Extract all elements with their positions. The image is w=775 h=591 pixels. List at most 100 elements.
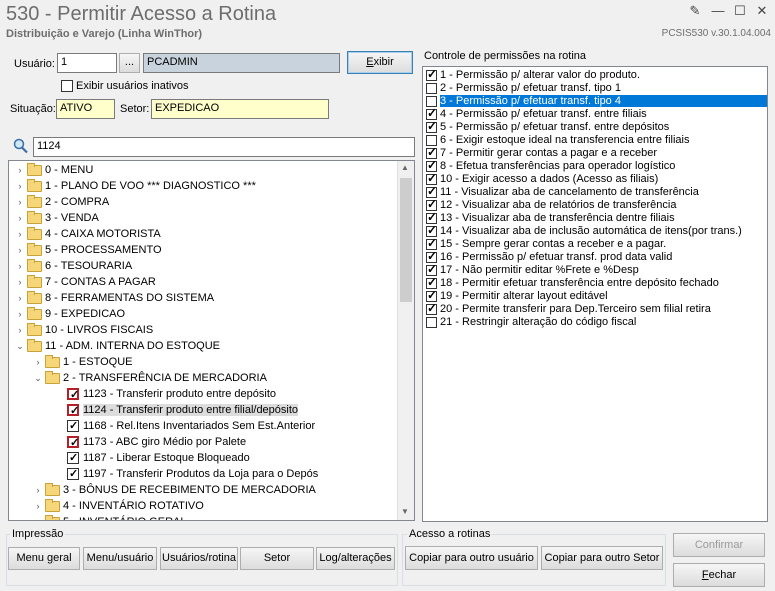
permission-checkbox[interactable] [426,198,437,211]
tree-folder-node[interactable]: › 3 - VENDA [9,210,99,226]
setor-button[interactable]: Setor [240,547,314,570]
log-alteracoes-button[interactable]: Log/alterações [316,547,395,570]
tree-folder-node[interactable]: › 4 - CAIXA MOTORISTA [9,226,161,242]
chevron-right-icon[interactable]: › [15,290,25,306]
permission-item[interactable]: 17 - Não permitir editar %Frete e %Desp [423,263,767,277]
chevron-right-icon[interactable]: › [33,514,43,520]
chevron-right-icon[interactable]: › [33,498,43,514]
permission-item[interactable]: 12 - Visualizar aba de relatórios de tra… [423,198,767,212]
permission-checkbox[interactable] [426,82,437,94]
routine-checkbox[interactable] [67,435,79,451]
scroll-down-icon[interactable]: ▼ [401,507,409,516]
permission-item[interactable]: 5 - Permissão p/ efetuar transf. entre d… [423,120,767,134]
chevron-right-icon[interactable]: › [15,194,25,210]
tree-routine-node[interactable]: 1168 - Rel.Itens Inventariados Sem Est.A… [9,418,315,434]
tree-folder-node[interactable]: › 10 - LIVROS FISCAIS [9,322,153,338]
permission-checkbox[interactable] [426,211,437,224]
permissions-list[interactable]: 1 - Permissão p/ alterar valor do produt… [422,66,768,522]
tree-routine-node[interactable]: 1197 - Transferir Produtos da Loja para … [9,466,318,482]
permission-item[interactable]: 19 - Permitir alterar layout editável [423,289,767,303]
chevron-right-icon[interactable]: › [33,354,43,370]
menu-geral-button[interactable]: Menu geral [8,547,80,570]
tree-routine-node[interactable]: 1173 - ABC giro Médio por Palete [9,434,246,451]
permission-item[interactable]: 1 - Permissão p/ alterar valor do produt… [423,68,767,82]
chevron-right-icon[interactable]: › [33,482,43,498]
tree-folder-node[interactable]: › 5 - INVENTÁRIO GERAL [9,514,186,520]
tree-folder-node[interactable]: › 7 - CONTAS A PAGAR [9,274,156,290]
tree-folder-node[interactable]: › 1 - ESTOQUE [9,354,132,370]
usuario-lookup-button[interactable]: ... [119,53,140,73]
permission-item[interactable]: 16 - Permissão p/ efetuar transf. prod d… [423,250,767,264]
copiar-usuario-button[interactable]: Copiar para outro usuário [405,546,538,570]
search-input[interactable]: 1124 [33,137,415,157]
permission-item[interactable]: 10 - Exigir acesso a dados (Acesso as fi… [423,172,767,186]
routine-checkbox[interactable] [67,387,79,403]
permission-item[interactable]: 8 - Efetua transferências para operador … [423,159,767,173]
usuarios-rotina-button[interactable]: Usuários/rotina [160,547,238,570]
fechar-button[interactable]: Fechar [673,563,765,587]
chevron-down-icon[interactable]: ⌄ [15,338,25,354]
permission-item[interactable]: 4 - Permissão p/ efetuar transf. entre f… [423,107,767,121]
tree-folder-node[interactable]: › 0 - MENU [9,162,93,178]
minimize-icon[interactable]: — [707,2,729,20]
permission-item[interactable]: 11 - Visualizar aba de cancelamento de t… [423,185,767,199]
maximize-icon[interactable]: ☐ [729,2,751,20]
chevron-right-icon[interactable]: › [15,258,25,274]
chevron-right-icon[interactable]: › [15,242,25,258]
tree-folder-node[interactable]: › 2 - COMPRA [9,194,109,210]
tree-folder-node[interactable]: › 9 - EXPEDICAO [9,306,125,322]
permission-checkbox[interactable] [426,250,437,263]
permission-checkbox[interactable] [426,237,437,250]
tree-folder-node[interactable]: › 3 - BÔNUS DE RECEBIMENTO DE MERCADORIA [9,482,316,498]
permission-checkbox[interactable] [426,289,437,302]
routine-checkbox[interactable] [67,418,79,434]
permission-item[interactable]: 3 - Permissão p/ efetuar transf. tipo 4 [423,95,767,108]
tree-folder-node[interactable]: › 4 - INVENTÁRIO ROTATIVO [9,498,204,514]
tree-scroll-thumb[interactable] [400,178,412,302]
routine-checkbox[interactable] [67,450,79,466]
permission-checkbox[interactable] [426,68,437,81]
routine-checkbox[interactable] [67,466,79,482]
chevron-right-icon[interactable]: › [15,322,25,338]
copiar-setor-button[interactable]: Copiar para outro Setor [541,546,663,570]
permission-checkbox[interactable] [426,263,437,276]
chevron-right-icon[interactable]: › [15,210,25,226]
permission-item[interactable]: 15 - Sempre gerar contas a receber e a p… [423,237,767,251]
chevron-right-icon[interactable]: › [15,274,25,290]
permission-checkbox[interactable] [426,172,437,185]
permission-checkbox[interactable] [426,276,437,289]
chevron-right-icon[interactable]: › [15,226,25,242]
tree-folder-node[interactable]: ⌄ 2 - TRANSFERÊNCIA DE MERCADORIA [9,370,267,386]
tree-folder-node[interactable]: ⌄ 11 - ADM. INTERNA DO ESTOQUE [9,338,220,354]
chevron-right-icon[interactable]: › [15,178,25,194]
permission-checkbox[interactable] [426,159,437,172]
permission-checkbox[interactable] [426,146,437,159]
permission-item[interactable]: 13 - Visualizar aba de transferência den… [423,211,767,225]
chevron-right-icon[interactable]: › [15,162,25,178]
permission-item[interactable]: 20 - Permite transferir para Dep.Terceir… [423,302,767,316]
permission-checkbox[interactable] [426,224,437,237]
permission-item[interactable]: 21 - Restringir alteração do código fisc… [423,316,767,329]
routine-checkbox[interactable] [67,403,79,419]
usuario-code-input[interactable]: 1 [57,53,117,73]
close-icon[interactable]: ✕ [751,2,773,20]
scroll-up-icon[interactable]: ▲ [401,163,409,172]
exibir-inativos-checkbox[interactable] [61,80,73,93]
permission-checkbox[interactable] [426,302,437,315]
confirmar-button[interactable]: Confirmar [673,533,765,557]
chevron-down-icon[interactable]: ⌄ [33,370,43,386]
tree-folder-node[interactable]: › 6 - TESOURARIA [9,258,132,274]
permission-item[interactable]: 14 - Visualizar aba de inclusão automáti… [423,224,767,238]
tree-folder-node[interactable]: › 1 - PLANO DE VOO *** DIAGNOSTICO *** [9,178,256,194]
permission-checkbox[interactable] [426,185,437,198]
permission-checkbox[interactable] [426,120,437,133]
edit-icon[interactable]: ✎ [684,2,706,20]
tree-routine-node[interactable]: 1187 - Liberar Estoque Bloqueado [9,450,250,466]
permission-checkbox[interactable] [426,95,437,107]
chevron-right-icon[interactable]: › [15,306,25,322]
tree-folder-node[interactable]: › 8 - FERRAMENTAS DO SISTEMA [9,290,214,306]
permission-item[interactable]: 2 - Permissão p/ efetuar transf. tipo 1 [423,82,767,95]
tree-folder-node[interactable]: › 5 - PROCESSAMENTO [9,242,162,258]
permission-item[interactable]: 18 - Permitir efetuar transferência entr… [423,276,767,290]
permission-item[interactable]: 7 - Permitir gerar contas a pagar e a re… [423,146,767,160]
